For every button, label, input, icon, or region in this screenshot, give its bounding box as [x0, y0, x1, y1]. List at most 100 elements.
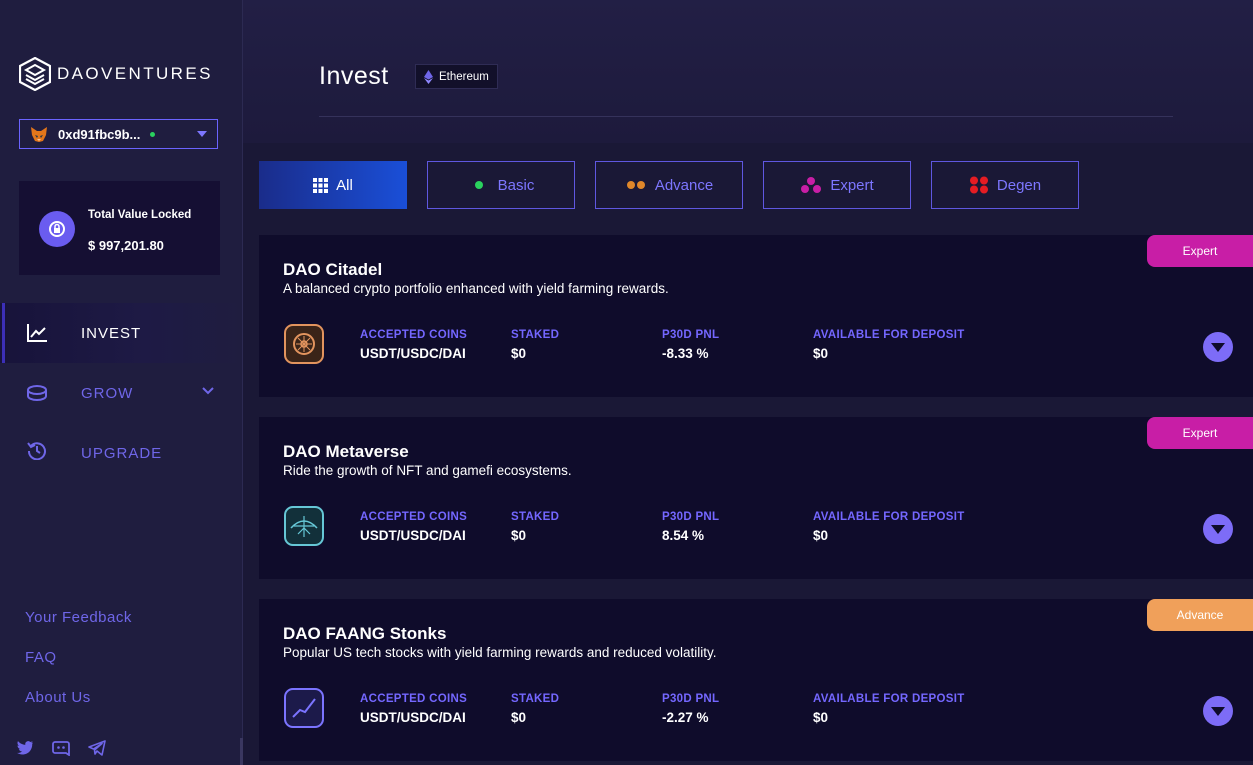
staked-column: STAKED $0	[511, 693, 559, 725]
coins-icon	[27, 385, 47, 401]
one-dot-icon	[474, 181, 483, 189]
column-label: P30D PNL	[662, 693, 720, 705]
strategy-description: Ride the growth of NFT and gamefi ecosys…	[283, 463, 572, 478]
strategy-card-metaverse[interactable]: Expert DAO Metaverse Ride the growth of …	[259, 417, 1253, 579]
ethereum-icon	[424, 69, 433, 84]
filter-basic-button[interactable]: Basic	[427, 161, 575, 209]
wallet-connected-indicator	[150, 131, 156, 137]
available-column: AVAILABLE FOR DEPOSIT $0	[813, 329, 965, 361]
strategy-name: DAO FAANG Stonks	[283, 624, 447, 643]
filter-all-button[interactable]: All	[259, 161, 407, 209]
staked-value: $0	[511, 710, 527, 725]
column-label: P30D PNL	[662, 329, 720, 341]
strategy-card-citadel[interactable]: Expert DAO Citadel A balanced crypto por…	[259, 235, 1253, 397]
twitter-icon[interactable]	[16, 740, 34, 756]
chevron-down-icon	[1211, 524, 1225, 534]
staked-value: $0	[511, 346, 527, 361]
metaverse-icon	[284, 506, 324, 546]
available-column: AVAILABLE FOR DEPOSIT $0	[813, 511, 965, 543]
strategy-description: Popular US tech stocks with yield farmin…	[283, 645, 717, 660]
tvl-value: $ 997,201.80	[88, 238, 164, 253]
column-label: ACCEPTED COINS	[360, 693, 468, 705]
feedback-link[interactable]: Your Feedback	[25, 609, 132, 626]
wallet-address: 0xd91fbc9b...	[58, 126, 141, 142]
filter-label: Expert	[830, 176, 874, 194]
strategy-name: DAO Metaverse	[283, 442, 409, 461]
risk-badge: Expert	[1147, 417, 1253, 449]
sidebar: DAOVENTURES 0xd91fbc9b... Total Value Lo…	[0, 0, 243, 765]
pnl-column: P30D PNL 8.54 %	[662, 511, 719, 543]
grid-icon	[313, 177, 329, 193]
accepted-coins-value: USDT/USDC/DAI	[360, 346, 466, 361]
chevron-down-icon	[1211, 342, 1225, 352]
metamask-fox-icon	[31, 127, 47, 142]
available-value: $0	[813, 528, 829, 543]
four-dots-icon	[969, 176, 988, 194]
column-label: AVAILABLE FOR DEPOSIT	[813, 693, 965, 705]
faq-link[interactable]: FAQ	[25, 649, 57, 666]
logo-icon	[19, 57, 51, 91]
pnl-value: -2.27 %	[662, 710, 709, 725]
nav-item-grow[interactable]: GROW	[0, 363, 242, 423]
chevron-down-icon[interactable]	[197, 131, 207, 137]
brand-logo[interactable]: DAOVENTURES	[19, 57, 213, 91]
filter-expert-button[interactable]: Expert	[763, 161, 911, 209]
column-label: STAKED	[511, 329, 560, 341]
filter-degen-button[interactable]: Degen	[931, 161, 1079, 209]
filter-advance-button[interactable]: Advance	[595, 161, 743, 209]
expand-button[interactable]	[1203, 514, 1233, 544]
chevron-down-icon[interactable]	[202, 387, 214, 395]
stonks-icon	[284, 688, 324, 728]
strategy-name: DAO Citadel	[283, 260, 383, 279]
about-us-link[interactable]: About Us	[25, 689, 91, 706]
page-title: Invest	[319, 62, 389, 90]
header	[243, 0, 1253, 143]
nav-item-invest[interactable]: INVEST	[0, 303, 242, 363]
accepted-coins-column: ACCEPTED COINS USDT/USDC/DAI	[360, 693, 467, 725]
expand-button[interactable]	[1203, 332, 1233, 362]
network-badge[interactable]: Ethereum	[415, 64, 498, 89]
risk-badge: Expert	[1147, 235, 1253, 267]
three-dots-icon	[801, 177, 822, 193]
column-label: ACCEPTED COINS	[360, 511, 468, 523]
telegram-icon[interactable]	[88, 740, 106, 756]
pnl-column: P30D PNL -2.27 %	[662, 693, 719, 725]
filter-label: All	[336, 176, 353, 194]
available-value: $0	[813, 346, 829, 361]
lock-icon	[39, 211, 75, 247]
staked-column: STAKED $0	[511, 511, 559, 543]
history-icon	[27, 442, 46, 460]
risk-badge: Advance	[1147, 599, 1253, 631]
two-dots-icon	[626, 181, 645, 189]
nav-label: UPGRADE	[81, 445, 163, 462]
staked-value: $0	[511, 528, 527, 543]
column-label: AVAILABLE FOR DEPOSIT	[813, 329, 965, 341]
discord-icon[interactable]	[52, 740, 70, 756]
filter-label: Advance	[654, 176, 714, 194]
pnl-value: -8.33 %	[662, 346, 709, 361]
nav-item-upgrade[interactable]: UPGRADE	[0, 423, 242, 483]
pnl-value: 8.54 %	[662, 528, 705, 543]
expand-button[interactable]	[1203, 696, 1233, 726]
main-content: Invest Ethereum All Basic Advance Expert…	[243, 0, 1253, 765]
brand-name: DAOVENTURES	[57, 64, 213, 83]
wallet-selector[interactable]: 0xd91fbc9b...	[19, 119, 218, 149]
column-label: ACCEPTED COINS	[360, 329, 468, 341]
filter-label: Degen	[996, 176, 1042, 194]
column-label: STAKED	[511, 693, 560, 705]
accepted-coins-value: USDT/USDC/DAI	[360, 528, 466, 543]
accepted-coins-value: USDT/USDC/DAI	[360, 710, 466, 725]
pnl-column: P30D PNL -8.33 %	[662, 329, 719, 361]
nav-label: GROW	[81, 385, 134, 402]
column-label: AVAILABLE FOR DEPOSIT	[813, 511, 965, 523]
strategy-card-faang[interactable]: Advance DAO FAANG Stonks Popular US tech…	[259, 599, 1253, 761]
staked-column: STAKED $0	[511, 329, 559, 361]
chevron-down-icon	[1211, 706, 1225, 716]
chart-line-icon	[27, 324, 47, 342]
tvl-label: Total Value Locked	[88, 209, 192, 221]
available-column: AVAILABLE FOR DEPOSIT $0	[813, 693, 965, 725]
strategy-description: A balanced crypto portfolio enhanced wit…	[283, 281, 669, 296]
citadel-icon	[284, 324, 324, 364]
available-value: $0	[813, 710, 829, 725]
filter-label: Basic	[497, 176, 535, 194]
